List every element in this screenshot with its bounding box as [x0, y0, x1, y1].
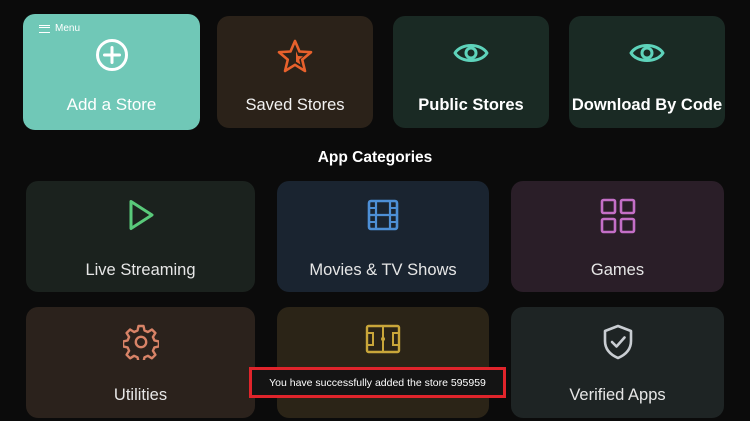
- utilities-label: Utilities: [113, 386, 168, 404]
- public-stores-card[interactable]: Public Stores: [393, 16, 549, 128]
- games-label: Games: [590, 261, 645, 279]
- sports-field-icon: [365, 324, 401, 354]
- category-games[interactable]: Games: [511, 181, 724, 292]
- shield-check-icon: [603, 324, 632, 360]
- download-by-code-label: Download By Code: [571, 96, 723, 114]
- verified-apps-label: Verified Apps: [569, 386, 666, 404]
- category-live-streaming[interactable]: Live Streaming: [26, 181, 255, 292]
- eye-icon: [453, 44, 489, 62]
- success-toast: You have successfully added the store 59…: [249, 367, 506, 398]
- film-icon: [367, 199, 399, 231]
- category-verified-apps[interactable]: Verified Apps: [511, 307, 724, 418]
- play-icon: [129, 200, 153, 230]
- download-by-code-card[interactable]: Download By Code: [569, 16, 725, 128]
- menu-button[interactable]: Menu: [39, 23, 80, 34]
- saved-stores-card[interactable]: Saved Stores: [217, 16, 373, 128]
- saved-stores-label: Saved Stores: [245, 96, 345, 114]
- category-utilities[interactable]: Utilities: [26, 307, 255, 418]
- gear-icon: [122, 324, 159, 360]
- plus-circle-icon: [95, 39, 128, 71]
- add-store-label: Add a Store: [66, 95, 157, 114]
- grid-icon: [600, 198, 635, 234]
- menu-label: Menu: [55, 23, 81, 34]
- star-icon: [277, 39, 313, 73]
- live-streaming-label: Live Streaming: [85, 261, 196, 279]
- section-title: App Categories: [317, 149, 433, 166]
- public-stores-label: Public Stores: [418, 96, 524, 114]
- movies-tv-label: Movies & TV Shows: [309, 261, 457, 279]
- category-sports[interactable]: [277, 307, 489, 418]
- hamburger-icon: [39, 24, 50, 33]
- toast-message: You have successfully added the store 59…: [269, 376, 486, 389]
- category-movies-tv[interactable]: Movies & TV Shows: [277, 181, 489, 292]
- eye-icon: [629, 44, 665, 62]
